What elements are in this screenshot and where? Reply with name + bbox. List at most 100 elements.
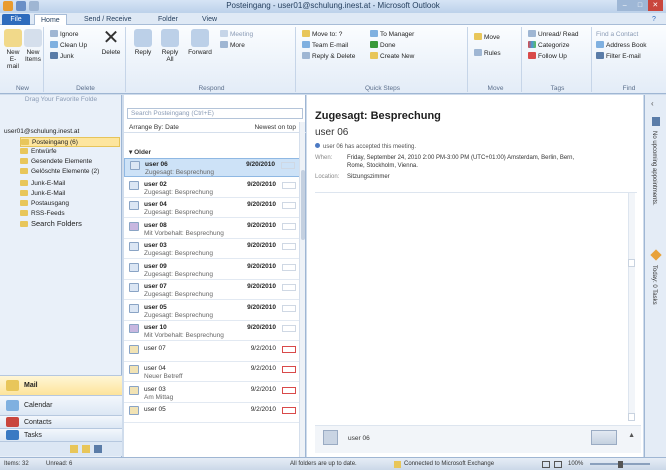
quick-step-to-manager[interactable]: To Manager [370, 30, 414, 39]
scroll-up-button[interactable] [628, 259, 635, 267]
message-row[interactable]: user 05 Zugesagt: Besprechung 9/20/2010 [124, 302, 300, 321]
folder-item[interactable]: Junk-E-Mail [20, 189, 120, 199]
forward-icon [191, 29, 209, 47]
account-root[interactable]: user01@schulung.inest.at [4, 128, 79, 135]
delete-button[interactable]: ✕ Delete [100, 28, 122, 56]
tab-send-receive[interactable]: Send / Receive [78, 14, 137, 25]
flag-icon[interactable] [282, 304, 296, 312]
more-respond-button[interactable]: More [220, 41, 245, 50]
chevron-up-icon[interactable]: ▲ [628, 432, 635, 439]
people-pane-name[interactable]: user 06 [348, 435, 370, 442]
arrange-by-button[interactable]: Arrange By: Date [129, 124, 179, 131]
filter-email-button[interactable]: Filter E-mail [596, 52, 641, 61]
find-contact-field[interactable]: Find a Contact [596, 30, 638, 39]
forward-button[interactable]: Forward [186, 29, 214, 56]
help-icon[interactable]: ? [646, 14, 662, 25]
unread-read-button[interactable]: Unread/ Read [528, 30, 578, 39]
close-button[interactable]: ✕ [647, 0, 663, 11]
folder-item[interactable]: Posteingang (6) [20, 137, 120, 147]
nav-contacts-button[interactable]: Contacts [0, 415, 122, 428]
junk-button[interactable]: Junk [50, 52, 74, 61]
sort-order-button[interactable]: Newest on top [254, 122, 296, 133]
normal-view-icon[interactable] [542, 461, 550, 468]
flag-icon[interactable] [282, 325, 296, 332]
message-row[interactable]: user 04 Zugesagt: Besprechung 9/20/2010 [124, 199, 300, 218]
folder-item[interactable]: Entwürfe [20, 147, 120, 157]
message-row[interactable]: user 08 Mit Vorbehalt: Besprechung 9/20/20… [124, 220, 300, 239]
tab-folder[interactable]: Folder [152, 14, 184, 25]
nav-tasks-button[interactable]: Tasks [0, 428, 122, 441]
folder-list-icon[interactable] [82, 445, 90, 453]
new-email-button[interactable]: New E-mail [4, 29, 22, 70]
quick-step-done[interactable]: Done [370, 41, 396, 50]
folder-item[interactable]: RSS-Feeds [20, 209, 120, 219]
search-input[interactable]: Search Posteingang (Ctrl+E) [127, 108, 303, 119]
message-sender[interactable]: user 06 [315, 127, 348, 138]
shortcuts-icon[interactable] [94, 445, 102, 453]
folder-item[interactable]: Postausgang [20, 199, 120, 209]
quick-step-team-email[interactable]: Team E-mail [302, 41, 348, 50]
folder-item[interactable]: Junk-E-Mail [20, 179, 120, 189]
message-body[interactable] [315, 192, 637, 421]
rules-button[interactable]: Rules [474, 49, 501, 58]
flag-icon[interactable] [282, 366, 296, 373]
flag-icon[interactable] [282, 181, 296, 189]
message-row[interactable]: user 02 Zugesagt: Besprechung 9/20/2010 [124, 179, 300, 198]
avatar[interactable] [323, 430, 338, 445]
follow-up-button[interactable]: Follow Up [528, 52, 567, 61]
meeting-button[interactable]: Meeting [220, 30, 253, 39]
clean-up-button[interactable]: Clean Up [50, 41, 87, 50]
flag-icon[interactable] [282, 243, 296, 250]
group-label-delete: Delete [76, 85, 95, 92]
scrollbar-thumb[interactable] [301, 170, 305, 240]
message-row[interactable]: user 07 Zugesagt: Besprechung 9/20/2010 [124, 281, 300, 300]
people-view-toggle[interactable] [591, 430, 617, 445]
zoom-level[interactable]: 100% [568, 458, 583, 470]
message-row[interactable]: user 03 Am Mittag 9/2/2010 [124, 384, 300, 403]
message-list-scrollbar[interactable] [299, 122, 305, 457]
folder-item[interactable]: Gesendete Elemente [20, 157, 120, 167]
ignore-button[interactable]: Ignore [50, 30, 78, 39]
quick-step-move-to[interactable]: Move to: ? [302, 30, 342, 39]
flag-icon[interactable] [282, 222, 296, 230]
flag-icon[interactable] [282, 386, 296, 394]
flag-icon[interactable] [282, 407, 296, 414]
message-row[interactable]: user 03 Zugesagt: Besprechung 9/20/2010 [124, 240, 300, 259]
categorize-button[interactable]: Categorize [528, 41, 569, 50]
address-book-button[interactable]: Address Book [596, 41, 646, 50]
flag-icon[interactable] [282, 263, 296, 271]
flag-icon[interactable] [281, 162, 295, 169]
chevron-left-icon[interactable]: ‹ [651, 99, 654, 108]
reading-view-icon[interactable] [554, 461, 562, 468]
message-row[interactable]: user 05 9/2/2010 [124, 404, 300, 423]
nav-calendar-button[interactable]: Calendar [0, 395, 122, 415]
notes-icon[interactable] [70, 445, 78, 453]
reading-pane-scrollbar[interactable] [628, 193, 635, 421]
tab-file[interactable]: File [2, 14, 30, 25]
flag-icon[interactable] [282, 284, 296, 291]
reply-all-button[interactable]: Reply All [158, 29, 182, 63]
reply-button[interactable]: Reply [132, 29, 154, 56]
nav-mail-button[interactable]: Mail [0, 375, 122, 395]
tab-home[interactable]: Home [34, 14, 67, 25]
quick-step-reply-delete[interactable]: Reply & Delete [302, 52, 355, 61]
tab-view[interactable]: View [196, 14, 223, 25]
new-items-button[interactable]: New Items [24, 29, 42, 63]
zoom-slider-thumb[interactable] [618, 461, 623, 468]
folder-item[interactable]: Gelöschte Elemente (2) [20, 167, 120, 177]
scroll-down-button[interactable] [628, 413, 635, 421]
minimize-button[interactable]: – [617, 0, 633, 11]
message-row[interactable]: user 10 Mit Vorbehalt: Besprechung 9/20/20… [124, 322, 300, 341]
flag-icon[interactable] [282, 345, 296, 353]
calendar-icon [6, 400, 19, 411]
group-header-older[interactable]: ▾ Older [129, 148, 151, 156]
message-row[interactable]: user 06 Zugesagt: Besprechung 9/20/2010 [124, 158, 300, 177]
flag-icon[interactable] [282, 202, 296, 209]
folder-item[interactable]: Search Folders [20, 219, 120, 229]
message-row[interactable]: user 07 9/2/2010 [124, 343, 300, 362]
message-row[interactable]: user 04 Neuer Betreff 9/2/2010 [124, 363, 300, 382]
move-button[interactable]: Move [474, 33, 500, 42]
quick-step-create-new[interactable]: Create New [370, 52, 414, 61]
maximize-button[interactable]: □ [632, 0, 648, 11]
message-row[interactable]: user 09 Zugesagt: Besprechung 9/20/2010 [124, 261, 300, 280]
